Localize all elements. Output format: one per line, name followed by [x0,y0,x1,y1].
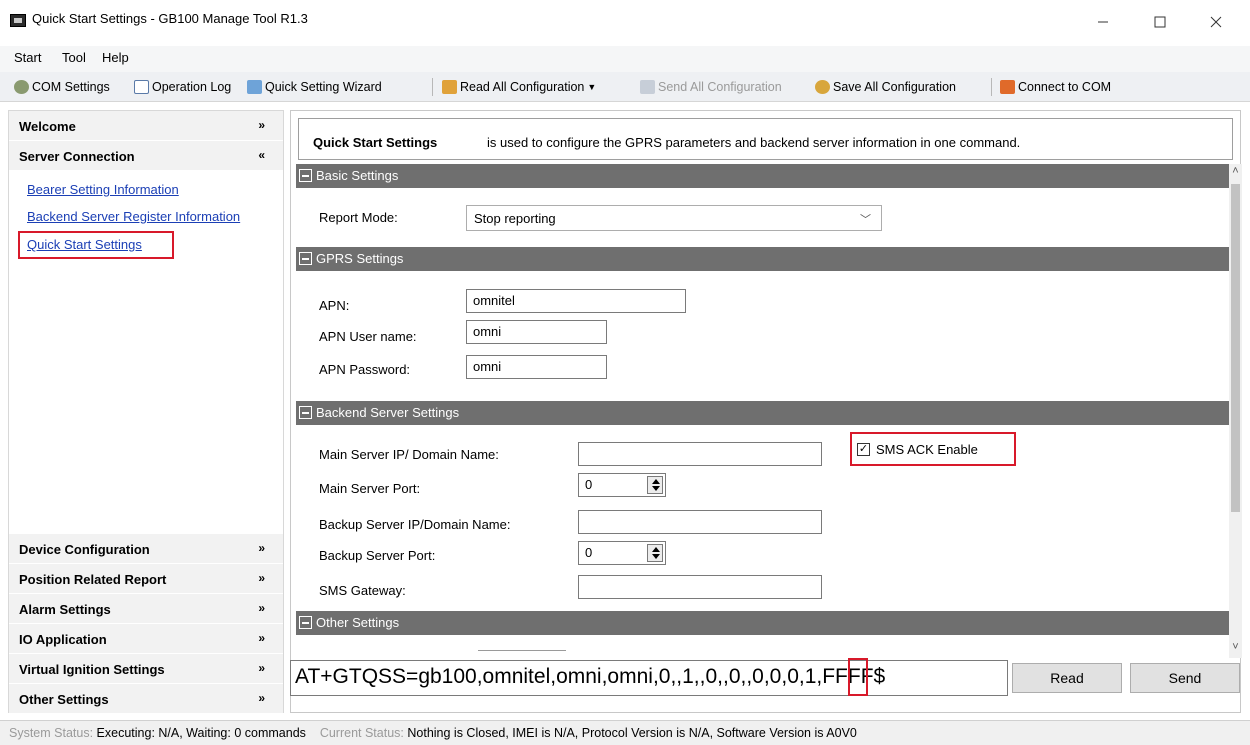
read-all-configuration-button[interactable]: Read All Configuration ▼ [442,80,596,94]
sidebar-section-welcome[interactable]: Welcome » [9,111,283,141]
log-icon [134,80,149,94]
wizard-icon [247,80,262,94]
scrollbar-thumb[interactable] [1231,184,1240,512]
section-backend-server-settings[interactable]: Backend Server Settings [296,401,1229,425]
sidebar-section-alarm-settings[interactable]: Alarm Settings» [9,594,283,624]
app-icon [10,14,26,27]
command-field[interactable]: AT+GTQSS=gb100,omnitel,omni,omni,0,,1,,0… [290,660,1008,696]
partial-field [478,650,566,651]
send-button[interactable]: Send [1130,663,1240,693]
main-server-ip-field[interactable] [578,442,822,466]
collapse-icon [299,616,312,629]
report-mode-select[interactable]: Stop reporting ﹀ [466,205,882,231]
sms-gateway-field[interactable] [578,575,822,599]
read-button[interactable]: Read [1012,663,1122,693]
backup-server-ip-label: Backup Server IP/Domain Name: [319,517,511,532]
expand-icon: » [258,691,265,705]
apn-password-label: APN Password: [319,362,411,377]
collapse-icon: « [258,148,265,162]
current-status-value: Nothing is Closed, IMEI is N/A, Protocol… [407,726,857,740]
toolbar-separator [432,78,433,96]
sidebar-link-bearer-setting[interactable]: Bearer Setting Information [27,182,179,197]
sidebar-section-io-application[interactable]: IO Application» [9,624,283,654]
expand-icon: » [258,661,265,675]
menu-start[interactable]: Start [14,50,41,65]
collapse-icon [299,252,312,265]
expand-icon: » [258,631,265,645]
close-icon [1210,16,1222,28]
sidebar-section-server-connection[interactable]: Server Connection « [9,141,283,171]
sidebar: Welcome » Server Connection « Bearer Set… [8,110,284,714]
backup-server-port-label: Backup Server Port: [319,548,436,563]
minimize-button[interactable] [1080,8,1126,34]
expand-icon: » [258,571,265,585]
com-settings-button[interactable]: COM Settings [14,80,110,94]
collapse-icon [299,169,312,182]
highlight-box [18,231,174,259]
save-all-configuration-button[interactable]: Save All Configuration [815,80,956,94]
menu-tool[interactable]: Tool [62,50,86,65]
read-icon [442,80,457,94]
apn-label: APN: [319,298,350,313]
sidebar-section-other-settings[interactable]: Other Settings» [9,684,283,714]
quick-setting-wizard-button[interactable]: Quick Setting Wizard [247,80,382,94]
section-other-settings[interactable]: Other Settings [296,611,1229,635]
apn-password-field[interactable]: omni [466,355,607,379]
sidebar-section-device-configuration[interactable]: Device Configuration» [9,534,283,564]
apn-user-field[interactable]: omni [466,320,607,344]
highlight-box [848,658,868,696]
backup-server-ip-field[interactable] [578,510,822,534]
menu-bar [0,46,1250,72]
apn-field[interactable]: omnitel [466,289,686,313]
status-bar: System Status: Executing: N/A, Waiting: … [0,720,1250,745]
menu-help[interactable]: Help [102,50,129,65]
spinner-icon[interactable] [647,476,663,494]
sidebar-link-backend-server-register[interactable]: Backend Server Register Information [27,209,240,224]
main-server-ip-label: Main Server IP/ Domain Name: [319,447,499,462]
system-status-label: System Status: [9,726,94,740]
scroll-up-icon[interactable]: ˄ [1231,165,1240,177]
expand-icon: » [258,601,265,615]
toolbar-separator [991,78,992,96]
minimize-icon [1098,21,1108,23]
send-all-configuration-button[interactable]: Send All Configuration [640,80,782,94]
system-status-value: Executing: N/A, Waiting: 0 commands [96,726,306,740]
main-server-port-label: Main Server Port: [319,481,421,496]
operation-log-button[interactable]: Operation Log [134,80,231,94]
sms-ack-label: SMS ACK Enable [876,442,978,457]
sidebar-section-position-report[interactable]: Position Related Report» [9,564,283,594]
page-description: is used to configure the GPRS parameters… [487,135,1021,150]
apn-user-label: APN User name: [319,329,417,344]
section-gprs-settings[interactable]: GPRS Settings [296,247,1229,271]
send-icon [640,80,655,94]
spinner-icon[interactable] [647,544,663,562]
chevron-down-icon: ﹀ [860,214,871,226]
report-mode-label: Report Mode: [319,210,398,225]
expand-icon: » [258,541,265,555]
scroll-down-icon[interactable]: ˅ [1231,641,1240,653]
collapse-icon [299,406,312,419]
connect-icon [1000,80,1015,94]
close-button[interactable] [1193,8,1239,34]
expand-icon: » [258,118,265,132]
page-title: Quick Start Settings [313,135,438,150]
current-status-label: Current Status: [319,726,404,740]
main-server-port-stepper[interactable]: 0 [578,473,666,497]
sms-gateway-label: SMS Gateway: [319,583,406,598]
connect-to-com-button[interactable]: Connect to COM [1000,80,1111,94]
dropdown-arrow-icon: ▼ [587,82,597,92]
window-title: Quick Start Settings - GB100 Manage Tool… [32,11,308,26]
gear-icon [14,80,29,94]
sidebar-section-virtual-ignition[interactable]: Virtual Ignition Settings» [9,654,283,684]
maximize-icon [1154,16,1166,28]
section-basic-settings[interactable]: Basic Settings [296,164,1229,188]
backup-server-port-stepper[interactable]: 0 [578,541,666,565]
maximize-button[interactable] [1137,8,1183,34]
sms-ack-checkbox[interactable]: ✓ [857,443,870,456]
save-icon [815,80,830,94]
